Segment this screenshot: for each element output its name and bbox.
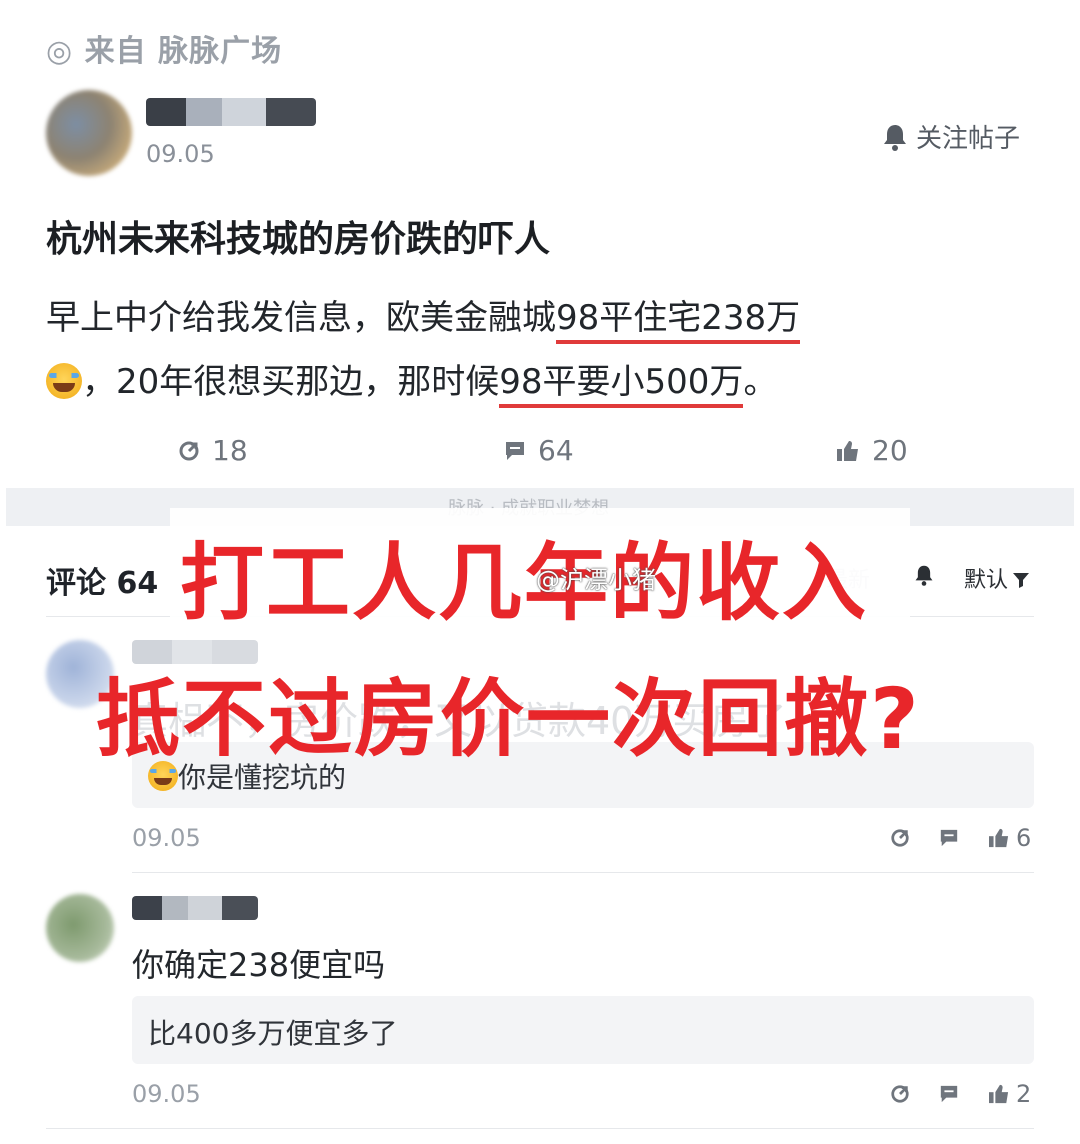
comment-count: 64	[538, 434, 574, 467]
post-date: 09.05	[146, 140, 215, 168]
share-icon	[179, 441, 199, 460]
comment-date: 09.05	[132, 1080, 201, 1108]
comment-icon	[506, 441, 524, 460]
thumbs-up-icon	[989, 828, 1009, 848]
share-icon[interactable]	[890, 1084, 910, 1104]
post-title: 杭州未来科技城的房价跌的吓人	[46, 219, 551, 260]
comment-like-count: 6	[1016, 824, 1032, 852]
highlight-price-before: 98平要小500万	[499, 362, 744, 408]
author-name-blurred	[146, 98, 316, 126]
comment-like-button[interactable]: 6	[988, 824, 1031, 852]
author-avatar[interactable]	[46, 90, 132, 176]
comment-like-count: 2	[1016, 1080, 1032, 1108]
comment-icon[interactable]	[938, 1084, 960, 1104]
caption-line-2: 抵不过房价一次回撤?	[96, 670, 921, 768]
post-body-line-2: ，20年很想买那边，那时候98平要小500万。	[46, 354, 777, 408]
follow-post-button[interactable]: 关注帖子	[882, 118, 1020, 155]
like-button[interactable]: 20	[836, 434, 908, 467]
comment-icon[interactable]	[938, 828, 960, 848]
like-count: 20	[872, 434, 908, 467]
comment-text: 你确定238便宜吗	[132, 946, 386, 984]
share-icon[interactable]	[890, 828, 910, 848]
comment-divider	[46, 1128, 1034, 1129]
post-body-line-1: 早上中介给我发信息，欧美金融城98平住宅238万	[46, 290, 801, 344]
reply-text: 比400多万便宜多了	[148, 1017, 398, 1050]
follow-label: 关注帖子	[916, 124, 1021, 154]
share-count: 18	[212, 434, 248, 467]
comment-divider	[132, 872, 1034, 873]
bell-icon	[884, 124, 906, 151]
weibo-logo-icon	[501, 568, 528, 589]
sort-default-dropdown[interactable]: 默认	[964, 562, 1030, 594]
commenter-avatar[interactable]	[46, 894, 114, 962]
comment-button[interactable]: 64	[504, 434, 574, 467]
weibo-watermark: @沪漂小猪	[500, 560, 656, 595]
share-button[interactable]: 18	[178, 434, 248, 467]
filter-icon	[1013, 573, 1030, 588]
thumbs-up-icon	[989, 1084, 1009, 1104]
comments-title: 评论 64	[46, 566, 159, 601]
comment-like-button[interactable]: 2	[988, 1080, 1031, 1108]
comment-date: 09.05	[132, 824, 201, 852]
bell-icon[interactable]	[914, 564, 934, 586]
post-source: ◎ 来自 脉脉广场	[46, 34, 283, 69]
highlight-price-now: 98平住宅238万	[556, 298, 801, 344]
thumbs-up-icon	[837, 440, 858, 461]
commenter-name-blurred	[132, 896, 258, 920]
laugh-cry-emoji-icon	[46, 363, 82, 399]
